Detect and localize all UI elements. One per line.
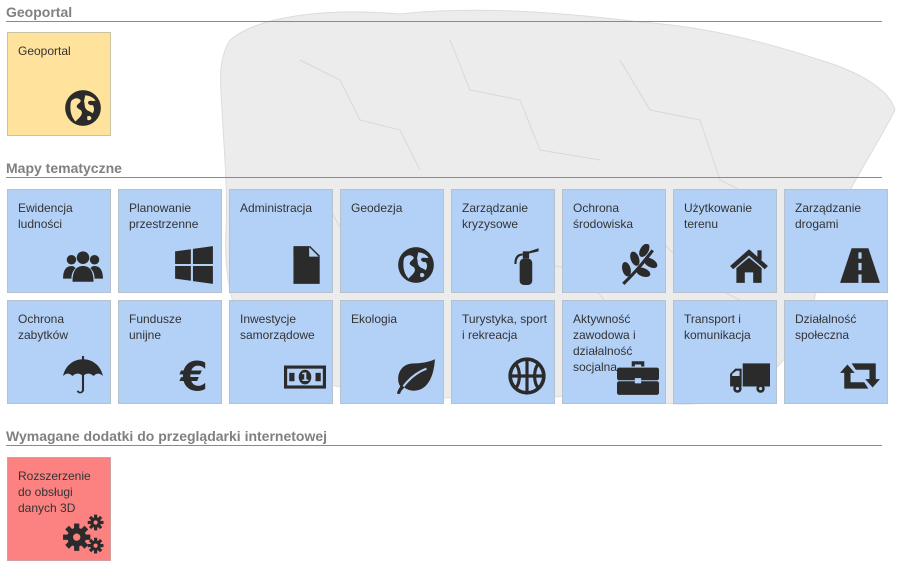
tile-label: Transport i komunikacja [684,312,751,342]
tile-label: Ochrona zabytków [18,312,69,342]
tile-label: Planowanie przestrzenne [129,201,199,231]
euro-icon: € [173,355,215,397]
tile-label: Fundusze unijne [129,312,182,342]
tile-label: Administracja [240,201,313,215]
section-title-geoportal: Geoportal [6,4,882,22]
tile-label: Turystyka, sport i rekreacja [462,312,547,342]
tile-zarzadzanie-drogami[interactable]: Zarządzanie drogami [784,189,888,293]
road-icon [839,244,881,286]
tile-rozszerzenie-3d[interactable]: Rozszerzenie do obsługi danych 3D [7,457,111,561]
retweet-icon [839,355,881,397]
section-title-addons: Wymagane dodatki do przeglądarki interne… [6,428,882,446]
document-icon [284,244,326,286]
windows-icon [173,244,215,286]
tile-zarzadzanie-kryzysowe[interactable]: Zarządzanie kryzysowe [451,189,555,293]
leaf-icon [395,355,437,397]
globe-icon [62,87,104,129]
globe-icon [395,244,437,286]
tile-aktywnosc-zawodowa[interactable]: Aktywność zawodowa i działalność socjaln… [562,300,666,404]
tile-label: Użytkowanie terenu [684,201,753,231]
tile-label: Działalność społeczna [795,312,857,342]
tile-dzialalnosc-spoleczna[interactable]: Działalność społeczna [784,300,888,404]
tile-geodezja[interactable]: Geodezja [340,189,444,293]
tile-inwestycje-samorzadowe[interactable]: Inwestycje samorządowe 1 [229,300,333,404]
tile-label: Inwestycje samorządowe [240,312,315,342]
plant-icon [617,244,659,286]
tile-turystyka-sport-rekreacja[interactable]: Turystyka, sport i rekreacja [451,300,555,404]
section-title-thematic: Mapy tematyczne [6,160,882,178]
umbrella-icon [62,355,104,397]
basketball-icon [506,355,548,397]
tile-transport-komunikacja[interactable]: Transport i komunikacja [673,300,777,404]
tile-label: Ekologia [351,312,398,326]
money-icon: 1 [284,355,326,397]
tile-label: Ochrona środowiska [573,201,634,231]
tile-uzytkowanie-terenu[interactable]: Użytkowanie terenu [673,189,777,293]
home-icon [728,244,770,286]
tile-label: Zarządzanie kryzysowe [462,201,529,231]
tile-ochrona-srodowiska[interactable]: Ochrona środowiska [562,189,666,293]
fire-extinguisher-icon [506,244,548,286]
svg-text:1: 1 [301,370,309,384]
gears-icon [62,512,104,554]
briefcase-icon [617,355,659,397]
tile-label: Ewidencja ludności [18,201,73,231]
tile-label: Zarządzanie drogami [795,201,862,231]
tile-ewidencja-ludnosci[interactable]: Ewidencja ludności [7,189,111,293]
tile-geoportal[interactable]: Geoportal [7,32,111,136]
tile-planowanie-przestrzenne[interactable]: Planowanie przestrzenne [118,189,222,293]
tile-label: Geodezja [351,201,403,215]
tile-fundusze-unijne[interactable]: Fundusze unijne € [118,300,222,404]
svg-text:€: € [179,355,208,397]
truck-icon [728,355,770,397]
tile-label: Geoportal [18,44,71,58]
tile-administracja[interactable]: Administracja [229,189,333,293]
tile-label: Rozszerzenie do obsługi danych 3D [18,469,91,515]
users-icon [62,244,104,286]
tile-ochrona-zabytkow[interactable]: Ochrona zabytków [7,300,111,404]
tile-ekologia[interactable]: Ekologia [340,300,444,404]
